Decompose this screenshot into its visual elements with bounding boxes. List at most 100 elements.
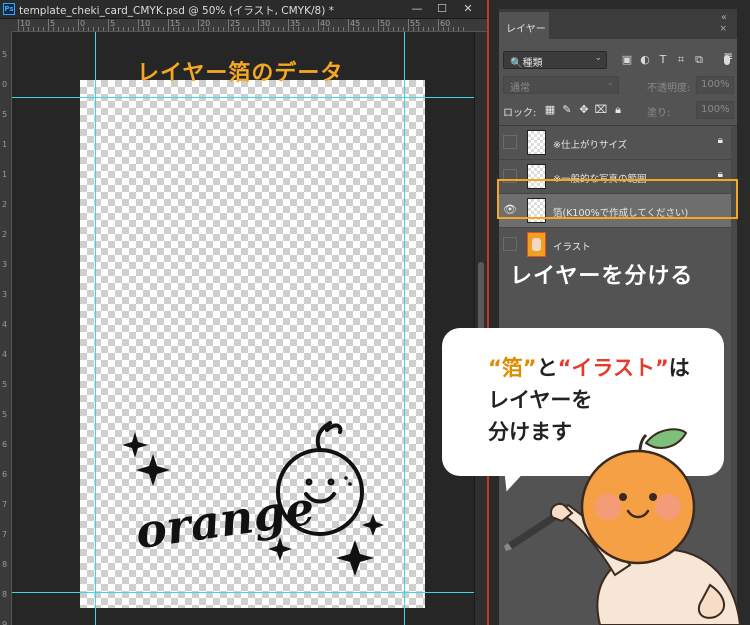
ruler-tick-label: 5	[2, 50, 8, 59]
lock-row: ロック: ▦ ✎ ✥ ⌧ 🔒︎ 塗り: 100%	[499, 100, 737, 122]
lock-transparency-icon[interactable]: ▦	[543, 103, 557, 117]
ruler-tick-label: 7	[2, 500, 8, 509]
ruler-tick	[443, 27, 444, 31]
ruler-tick	[118, 27, 119, 31]
document-canvas[interactable]: orange	[80, 80, 425, 608]
ruler-tick	[248, 27, 249, 31]
layer-row[interactable]: ※仕上がりサイズ 🔒︎	[499, 126, 737, 160]
foil-layer-highlight	[497, 179, 738, 219]
tab-layers[interactable]: レイヤー	[499, 12, 549, 39]
guide-vertical[interactable]	[404, 32, 405, 625]
document-title: template_cheki_card_CMYK.psd @ 50% (イラスト…	[19, 5, 334, 17]
maximize-button[interactable]: ☐	[432, 1, 452, 17]
guide-horizontal[interactable]	[12, 592, 487, 593]
chevron-down-icon: ⌄	[594, 53, 602, 63]
ruler-tick	[428, 27, 429, 31]
ruler-tick	[308, 27, 309, 31]
ruler-tick	[293, 27, 294, 31]
ruler-tick	[223, 27, 224, 31]
filter-kind-label: 🔍種類	[510, 58, 543, 69]
ruler-tick	[113, 27, 114, 31]
ruler-tick	[393, 27, 394, 31]
panel-tab-bar: レイヤー « ×	[499, 9, 737, 39]
document-window: Ps template_cheki_card_CMYK.psd @ 50% (イ…	[0, 0, 487, 625]
pixel-filter-icon[interactable]: ▣	[620, 53, 634, 67]
ruler-tick	[103, 27, 104, 31]
ruler-tick	[208, 27, 209, 31]
minimize-button[interactable]: —	[407, 1, 427, 17]
guide-vertical[interactable]	[95, 32, 96, 625]
ruler-tick-label: 6	[2, 440, 8, 449]
ruler-tick	[143, 27, 144, 31]
ruler-tick-label: 0	[2, 80, 8, 89]
shape-filter-icon[interactable]: ⌗	[674, 53, 688, 67]
ruler-tick	[363, 27, 364, 31]
ruler-tick	[68, 27, 69, 31]
ruler-tick	[193, 27, 194, 31]
ruler-tick	[48, 19, 49, 31]
adjustment-filter-icon[interactable]: ◐	[638, 53, 652, 67]
ruler-tick	[38, 27, 39, 31]
ruler-tick	[218, 27, 219, 31]
close-button[interactable]: ✕	[458, 1, 478, 17]
opacity-field[interactable]: 100%	[696, 76, 734, 94]
ruler-tick	[198, 19, 199, 31]
ruler-tick	[98, 27, 99, 31]
ruler-tick	[448, 27, 449, 31]
ruler-tick	[23, 27, 24, 31]
ruler-tick-label: 6	[2, 470, 8, 479]
blend-mode-value: 通常	[510, 83, 530, 94]
layer-row[interactable]: イラスト	[499, 228, 737, 262]
chevron-down-icon: ⌄	[606, 78, 614, 88]
vertical-ruler[interactable]: 5 0 5 1 1 2 2 3 3 4 4 5 5 6 6 7 7 8 8 9	[0, 32, 12, 625]
bubble-ha: は	[668, 356, 690, 380]
separate-layers-caption: レイヤーを分ける	[510, 264, 694, 289]
ruler-tick	[313, 27, 314, 31]
ruler-tick	[93, 27, 94, 31]
fill-field[interactable]: 100%	[696, 101, 734, 119]
type-filter-icon[interactable]: T	[656, 53, 670, 67]
ruler-tick	[358, 27, 359, 31]
ruler-tick	[348, 19, 349, 31]
ruler-tick-label: 8	[2, 590, 8, 599]
ruler-tick	[33, 27, 34, 31]
filter-toggle[interactable]	[724, 55, 730, 65]
visibility-toggle[interactable]	[503, 237, 517, 251]
lock-all-icon[interactable]: 🔒︎	[611, 103, 625, 117]
ruler-tick	[148, 27, 149, 31]
ruler-tick	[458, 27, 459, 31]
lock-artboard-icon[interactable]: ⌧	[594, 103, 608, 117]
ruler-tick	[288, 19, 289, 31]
ruler-tick	[278, 27, 279, 31]
lock-image-icon[interactable]: ✎	[560, 103, 574, 117]
lock-icon: 🔒︎	[717, 135, 723, 146]
visibility-toggle[interactable]	[503, 135, 517, 149]
ruler-tick	[78, 19, 79, 31]
photoshop-icon: Ps	[3, 3, 15, 15]
ruler-tick	[268, 27, 269, 31]
ruler-tick	[413, 27, 414, 31]
filter-kind-select[interactable]: 🔍種類 ⌄	[503, 51, 607, 69]
smart-object-filter-icon[interactable]: ⧉	[692, 53, 706, 67]
ruler-tick	[283, 27, 284, 31]
ruler-tick	[453, 27, 454, 31]
ruler-tick-label: 1	[2, 170, 8, 179]
ruler-tick	[83, 27, 84, 31]
ruler-tick	[403, 27, 404, 31]
ruler-tick	[323, 27, 324, 31]
foil-layer-caption: レイヤー箔のデータ	[137, 61, 344, 86]
document-title-bar[interactable]: Ps template_cheki_card_CMYK.psd @ 50% (イ…	[0, 0, 487, 19]
collapse-icon[interactable]: «	[721, 12, 727, 23]
lock-label: ロック:	[503, 108, 537, 119]
ruler-tick	[178, 27, 179, 31]
blend-row: 通常 ⌄ 不透明度: 100%	[499, 75, 737, 97]
opacity-label: 不透明度:	[647, 83, 691, 94]
ruler-tick-label: 5	[2, 410, 8, 419]
horizontal-ruler[interactable]: 10 5 0 5 10 15 20 25 30 35 40 45 50 55 60	[12, 19, 487, 32]
blend-mode-select[interactable]: 通常 ⌄	[503, 76, 619, 94]
close-icon[interactable]: ×	[719, 24, 727, 34]
guide-horizontal[interactable]	[12, 97, 487, 98]
ruler-tick-label: 1	[2, 140, 8, 149]
lock-position-icon[interactable]: ✥	[577, 103, 591, 117]
ruler-origin[interactable]	[0, 19, 12, 32]
